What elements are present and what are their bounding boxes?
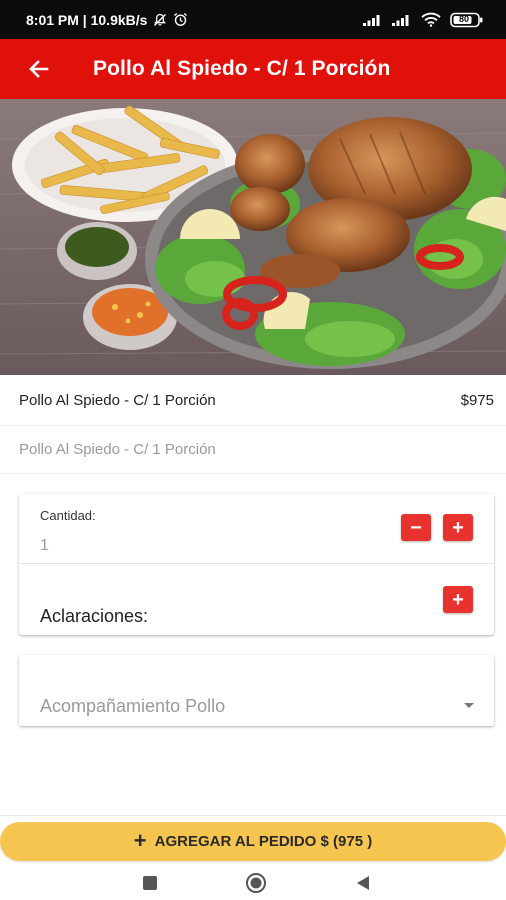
quantity-label: Cantidad: xyxy=(40,508,96,523)
minus-icon: − xyxy=(410,516,422,539)
system-back-button[interactable] xyxy=(354,874,372,892)
triangle-back-icon xyxy=(357,876,369,890)
app-bar: Pollo Al Spiedo - C/ 1 Porción xyxy=(0,39,506,99)
signal-icon xyxy=(392,14,412,26)
plus-icon: + xyxy=(452,516,464,539)
status-bar: 8:01 PM | 10.9kB/s 80 xyxy=(0,0,506,39)
plus-icon: + xyxy=(133,827,147,853)
quantity-value[interactable]: 1 xyxy=(40,537,49,555)
quantity-card: Cantidad: 1 − + + Aclaraciones: xyxy=(19,494,494,635)
battery-level: 80 xyxy=(459,13,470,24)
decrease-quantity-button[interactable]: − xyxy=(401,514,431,541)
wifi-icon xyxy=(421,12,441,27)
add-to-order-button[interactable]: + AGREGAR AL PEDIDO $ (975 ) xyxy=(0,822,506,861)
recents-button[interactable] xyxy=(142,875,158,891)
status-left: 8:01 PM | 10.9kB/s xyxy=(26,12,188,28)
plus-icon: + xyxy=(452,588,464,611)
square-icon xyxy=(143,876,157,890)
product-price: $975 xyxy=(460,392,494,409)
increase-quantity-button[interactable]: + xyxy=(443,514,473,541)
home-button[interactable] xyxy=(245,872,267,894)
notes-label: Aclaraciones: xyxy=(40,606,149,626)
status-time: 8:01 PM | 10.9kB/s xyxy=(26,11,148,28)
arrow-left-icon xyxy=(29,60,49,78)
system-nav-bar xyxy=(0,866,506,900)
side-dish-select[interactable]: Acompañamiento Pollo xyxy=(19,655,494,726)
product-description: Pollo Al Spiedo - C/ 1 Porción xyxy=(0,426,506,474)
page-title: Pollo Al Spiedo - C/ 1 Porción xyxy=(93,57,391,80)
side-dish-placeholder: Acompañamiento Pollo xyxy=(40,696,226,716)
status-right: 80 xyxy=(363,12,484,28)
add-to-order-label: AGREGAR AL PEDIDO $ (975 ) xyxy=(154,833,373,850)
divider xyxy=(19,563,494,564)
battery-icon: 80 xyxy=(450,12,484,28)
product-name-row: Pollo Al Spiedo - C/ 1 Porción $975 xyxy=(0,376,506,426)
add-note-button[interactable]: + xyxy=(443,586,473,613)
bell-off-icon xyxy=(153,13,167,27)
signal-icon xyxy=(363,14,383,26)
alarm-icon xyxy=(173,12,188,27)
caret-down-icon xyxy=(464,703,474,708)
home-circle-icon xyxy=(246,873,266,893)
divider xyxy=(0,815,506,816)
product-image xyxy=(0,99,506,375)
product-name: Pollo Al Spiedo - C/ 1 Porción xyxy=(19,392,216,409)
back-button[interactable] xyxy=(0,39,78,99)
